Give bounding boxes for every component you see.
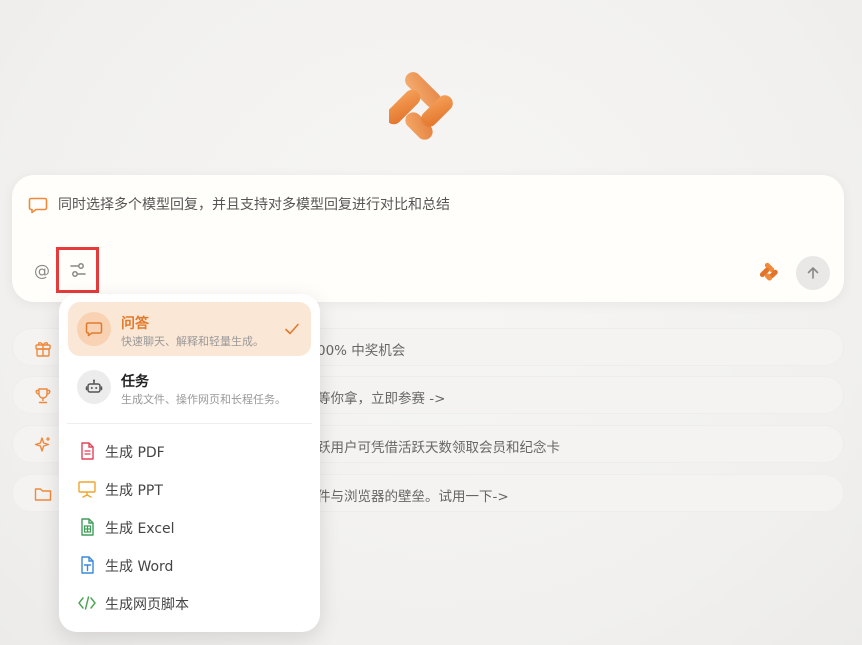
mode-option-qa[interactable]: 问答 快速聊天、解释和轻量生成。	[68, 302, 311, 356]
mode-subtitle: 快速聊天、解释和轻量生成。	[121, 335, 264, 348]
send-button[interactable]	[796, 256, 830, 290]
gift-icon	[35, 342, 51, 357]
generator-label: 生成 PDF	[105, 445, 165, 461]
folder-icon	[34, 488, 52, 501]
mode-option-task[interactable]: 任务 生成文件、操作网页和长程任务。	[68, 360, 311, 414]
generator-label: 生成网页脚本	[105, 597, 189, 613]
arrow-up-icon	[807, 267, 819, 279]
mention-button[interactable]: @	[32, 261, 52, 281]
mode-title: 问答	[121, 316, 149, 332]
chat-bubble-icon	[85, 322, 103, 337]
generator-label: 生成 Word	[105, 559, 174, 575]
mode-icon-circle	[77, 312, 111, 346]
robot-icon	[85, 379, 103, 393]
mode-subtitle: 生成文件、操作网页和长程任务。	[121, 393, 286, 406]
mode-icon-circle	[77, 370, 111, 404]
checkmark-icon	[285, 323, 299, 335]
spreadsheet-icon	[81, 518, 94, 536]
generate-ppt-item[interactable]: 生成 PPT	[77, 477, 297, 501]
generate-excel-item[interactable]: 生成 Excel	[77, 515, 297, 539]
word-file-icon	[81, 556, 94, 574]
model-logo-icon[interactable]	[760, 262, 780, 282]
generate-pdf-item[interactable]: 生成 PDF	[77, 439, 297, 463]
trophy-icon	[35, 388, 51, 404]
sliders-icon	[69, 263, 86, 277]
code-icon	[78, 596, 96, 610]
generate-webscript-item[interactable]: 生成网页脚本	[77, 591, 297, 615]
mode-dropdown-menu: 问答 快速聊天、解释和轻量生成。 任务 生成文件、操作网页和长程任务。 生成 P…	[59, 294, 320, 632]
prompt-text[interactable]: 同时选择多个模型回复，并且支持对多模型回复进行对比和总结	[58, 194, 450, 214]
feature-text: 件与浏览器的壁垒。试用一下->	[317, 489, 509, 505]
generator-label: 生成 PPT	[105, 483, 163, 499]
feature-text: 跃用户可凭借活跃天数领取会员和纪念卡	[317, 440, 560, 456]
generator-label: 生成 Excel	[105, 521, 175, 537]
presentation-icon	[78, 481, 96, 498]
pdf-file-icon	[81, 442, 94, 460]
generate-word-item[interactable]: 生成 Word	[77, 553, 297, 577]
chat-bubble-icon	[28, 197, 48, 214]
menu-divider	[67, 423, 312, 424]
feature-text: 00% 中奖机会	[317, 343, 406, 359]
sparkle-icon	[34, 436, 51, 452]
feature-text: 等你拿，立即参赛 ->	[317, 391, 446, 407]
app-logo	[389, 72, 453, 140]
options-button[interactable]	[56, 247, 99, 293]
chat-input-card[interactable]: 同时选择多个模型回复，并且支持对多模型回复进行对比和总结 @	[12, 175, 844, 302]
mode-title: 任务	[121, 374, 149, 390]
